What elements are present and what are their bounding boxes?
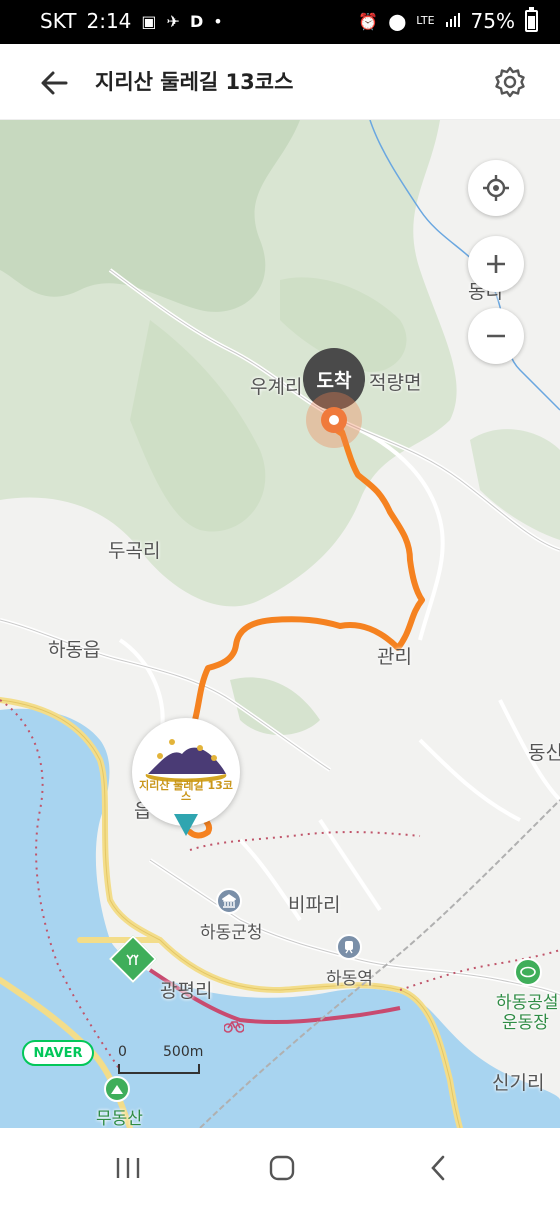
scale-bar [118, 1064, 200, 1074]
course-marker[interactable]: 지리산 둘레길 13코스 [132, 718, 240, 836]
battery-percent: 75% [470, 9, 515, 33]
status-bar: SKT 2:14 ▣ ✈ D • ⏰ ⬤ LTE 75% [0, 0, 560, 44]
place-label-hadongeup: 하동읍 [48, 639, 101, 661]
system-back-button[interactable] [414, 1148, 462, 1188]
zoom-out-button[interactable] [468, 308, 524, 364]
current-location-button[interactable] [468, 160, 524, 216]
page-title: 지리산 둘레길 13코스 [95, 70, 294, 94]
place-label-singiri: 신기리 [492, 1072, 545, 1094]
settings-button[interactable] [492, 64, 528, 100]
battery-icon [525, 7, 538, 32]
poi-label-hadong-station: 하동역 [326, 969, 373, 989]
crosshair-icon [483, 175, 509, 201]
place-label-dugokri: 두곡리 [108, 540, 161, 562]
place-label-gwanri: 관리 [377, 646, 412, 668]
system-nav-bar [0, 1128, 560, 1206]
plus-icon [487, 255, 505, 273]
carrier-label: SKT [40, 9, 77, 33]
place-label-bipari: 비파리 [288, 894, 341, 916]
home-icon [269, 1155, 295, 1181]
minus-icon [487, 334, 505, 338]
place-label-gwangpyeongri: 광평리 [160, 980, 213, 1002]
arrival-point-icon[interactable] [306, 392, 362, 448]
poi-label-hadong-county-office: 하동군청 [200, 923, 263, 943]
gear-icon [495, 66, 525, 98]
scale-start-label: 0 [118, 1044, 127, 1060]
map-view[interactable]: 우계리 적량면 동리 두곡리 하동읍 관리 동신 읍 비파리 광평리 신기리 하… [0, 120, 560, 1128]
satellite-icon: ✈ [166, 11, 180, 31]
signal-icon [445, 9, 461, 33]
alarm-icon: ⏰ [358, 11, 379, 31]
course-marker-label: 지리산 둘레길 13코스 [139, 779, 233, 803]
location-icon: ⬤ [388, 11, 407, 31]
recents-icon [116, 1158, 140, 1178]
place-label-jeokryangmyeon: 적량면 [369, 372, 422, 394]
image-icon: ▣ [141, 11, 157, 31]
place-label-ugyeri: 우계리 [250, 376, 303, 398]
train-station-icon[interactable] [336, 934, 362, 960]
clock: 2:14 [86, 9, 132, 33]
chevron-left-icon [431, 1155, 445, 1181]
network-label: LTE [416, 14, 435, 27]
bicycle-icon [223, 1018, 245, 1033]
course-marker-pointer [174, 814, 198, 836]
course-mountain-icon [145, 739, 227, 782]
arrow-left-icon [41, 71, 68, 95]
home-button[interactable] [258, 1148, 306, 1188]
poi-label-stadium-line2: 운동장 [502, 1013, 549, 1033]
government-building-icon[interactable] [216, 888, 242, 914]
zoom-in-button[interactable] [468, 236, 524, 292]
scale-end-label: 500m [163, 1044, 204, 1060]
naver-logo: NAVER [22, 1040, 94, 1066]
recents-button[interactable] [104, 1148, 152, 1188]
dot-icon: • [213, 11, 223, 31]
poi-label-mudongsan: 무동산 [96, 1109, 143, 1128]
app-header: 지리산 둘레길 13코스 [0, 44, 560, 120]
mountain-icon[interactable] [104, 1076, 130, 1102]
d-app-icon: D [189, 11, 204, 31]
place-label-dong-right: 동신 [528, 742, 560, 764]
stadium-icon[interactable] [514, 958, 542, 986]
back-button[interactable] [38, 66, 72, 100]
